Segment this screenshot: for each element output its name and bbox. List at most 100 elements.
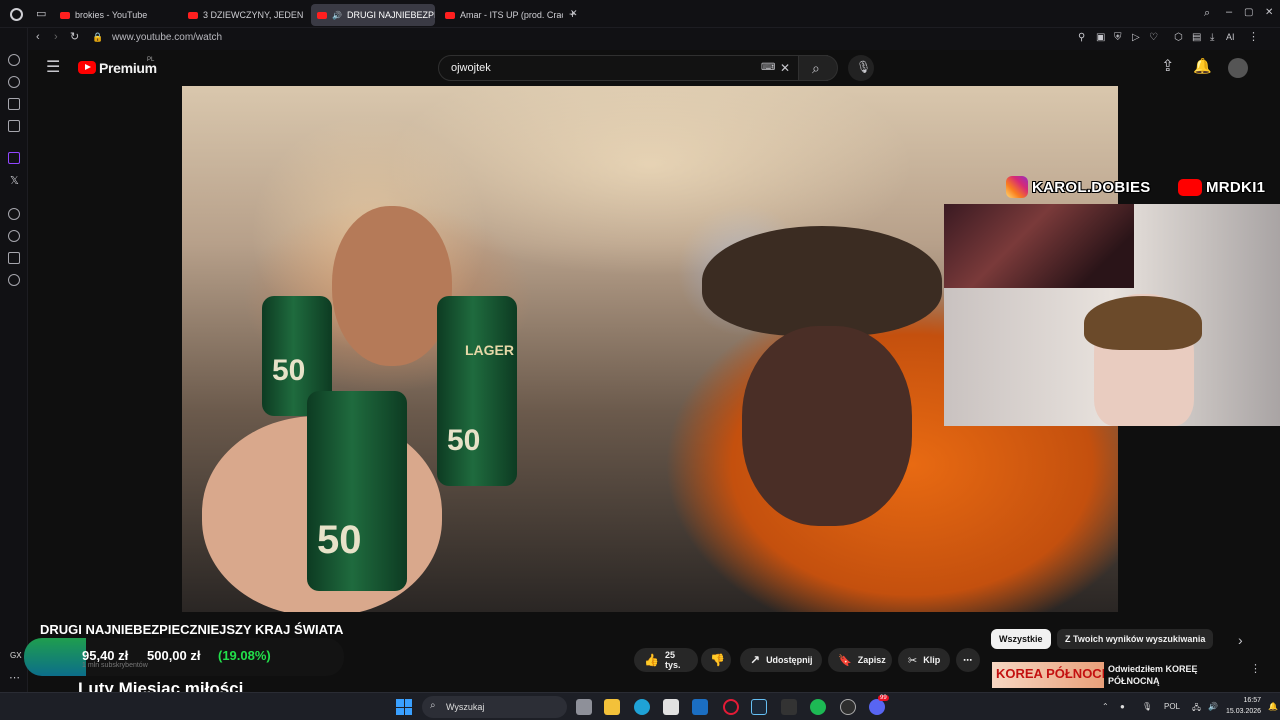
save-button[interactable]: 🔖 Zapisz bbox=[828, 648, 892, 672]
keyboard-icon[interactable]: ⌨ bbox=[761, 63, 775, 73]
create-icon[interactable]: ⇪ bbox=[1161, 59, 1174, 75]
youtube-favicon-icon bbox=[60, 11, 70, 19]
shield-icon[interactable]: ⛨ bbox=[1114, 33, 1122, 43]
volume-icon[interactable]: 🔊 bbox=[1208, 702, 1218, 711]
more-icon[interactable]: ⋯ bbox=[9, 673, 20, 684]
telegram-icon[interactable] bbox=[8, 120, 20, 132]
search-tabs-icon[interactable]: ⌕ bbox=[1204, 8, 1210, 19]
clip-button[interactable]: ✂ Klip bbox=[898, 648, 950, 672]
tray-chevron-icon[interactable]: ⌃ bbox=[1102, 702, 1109, 711]
voice-search-button[interactable]: 🎙 bbox=[848, 55, 874, 81]
store-icon[interactable] bbox=[663, 699, 679, 715]
scissors-icon: ✂ bbox=[908, 654, 918, 667]
goal-current: 95,40 zł bbox=[82, 648, 129, 663]
play-triangle-icon bbox=[85, 64, 91, 70]
menu-icon[interactable]: ⋮ bbox=[1248, 32, 1259, 43]
share-button[interactable]: ↗ Udostępnij bbox=[740, 648, 822, 672]
spotify-icon[interactable] bbox=[810, 699, 826, 715]
task-view-icon[interactable] bbox=[576, 699, 592, 715]
settings-icon[interactable] bbox=[8, 274, 20, 286]
goal-target: 500,00 zł bbox=[147, 648, 201, 663]
clock[interactable]: 16:57 15.03.2026 bbox=[1226, 695, 1261, 717]
hamburger-menu-icon[interactable]: ☰ bbox=[46, 60, 60, 76]
whatsapp-icon[interactable] bbox=[8, 98, 20, 110]
edge-icon[interactable] bbox=[634, 699, 650, 715]
recommendation-thumbnail[interactable]: KOREA PÓŁNOCNA bbox=[992, 662, 1104, 688]
search-icon: ⌕ bbox=[430, 700, 436, 711]
history-icon[interactable] bbox=[8, 230, 20, 242]
windows-taskbar: ⌕ Wyszukaj 99 ⌃ ● 🎙 POL 🖧 🔊 16:57 15.03.… bbox=[0, 692, 1280, 720]
maximize-icon[interactable]: ▢ bbox=[1244, 8, 1253, 18]
dislike-button[interactable]: 👎 bbox=[701, 648, 731, 672]
forward-icon[interactable]: › bbox=[54, 32, 58, 43]
taskbar-search[interactable]: ⌕ Wyszukaj bbox=[422, 696, 567, 718]
youtube-favicon-icon bbox=[188, 11, 198, 19]
windows-start-icon[interactable] bbox=[396, 699, 412, 715]
tab-drugi-najniebezpie[interactable]: 🔊 DRUGI NAJNIEBEZPIE bbox=[311, 4, 435, 26]
tab-brokies[interactable]: brokies - YouTube bbox=[54, 4, 182, 26]
tray-app-icon[interactable]: ● bbox=[1120, 702, 1125, 711]
opera-gx-icon[interactable] bbox=[723, 699, 739, 715]
streamer-hair bbox=[1084, 296, 1202, 350]
steam-icon[interactable] bbox=[751, 699, 767, 715]
twitch-icon[interactable] bbox=[8, 152, 20, 164]
youtube-handle: MRDKI1 bbox=[1206, 178, 1266, 196]
beer-can: 50 LAGER bbox=[437, 296, 517, 486]
home-icon[interactable] bbox=[8, 54, 20, 66]
search-button[interactable]: ⌕ bbox=[798, 55, 838, 81]
more-actions-button[interactable]: ⋯ bbox=[956, 648, 980, 672]
youtube-icon bbox=[1178, 178, 1202, 196]
snapshot-icon[interactable]: ▣ bbox=[1096, 33, 1105, 43]
search-query: ojwojtek bbox=[451, 62, 491, 74]
player-icon[interactable] bbox=[8, 208, 20, 220]
heart-icon[interactable]: ♡ bbox=[1149, 33, 1158, 43]
ai-icon[interactable]: AI bbox=[1226, 33, 1235, 42]
tab-overview-icon[interactable]: ▭ bbox=[36, 9, 46, 20]
browser-tab-bar: ▭ brokies - YouTube 3 DZIEWCZYNY, JEDEN … bbox=[0, 0, 1280, 28]
chip-search-results[interactable]: Z Twoich wyników wyszukiwania bbox=[1057, 629, 1214, 649]
new-tab-icon[interactable]: + bbox=[569, 8, 576, 20]
play-icon[interactable]: ▷ bbox=[1132, 33, 1140, 43]
chip-all[interactable]: Wszystkie bbox=[991, 629, 1051, 649]
opera-icon[interactable] bbox=[10, 8, 23, 21]
language-indicator[interactable]: POL bbox=[1164, 702, 1180, 711]
recommendation-menu-icon[interactable]: ⋮ bbox=[1250, 664, 1261, 675]
discord-icon[interactable] bbox=[869, 699, 885, 715]
extensions-icon[interactable]: ⬡ bbox=[1174, 33, 1183, 43]
wallpaper-image bbox=[944, 204, 1134, 288]
recommendation-title[interactable]: Odwiedziłem KOREĘ PÓŁNOCNĄ bbox=[1108, 663, 1228, 687]
file-explorer-icon[interactable] bbox=[604, 699, 620, 715]
notifications-center-icon[interactable]: 🔔 bbox=[1268, 702, 1278, 711]
close-window-icon[interactable]: ✕ bbox=[1265, 8, 1273, 18]
x-icon[interactable]: 𝕏 bbox=[10, 176, 19, 187]
extensions-side-icon[interactable] bbox=[8, 252, 20, 264]
network-icon[interactable]: 🖧 bbox=[1192, 702, 1201, 716]
outlook-icon[interactable] bbox=[692, 699, 708, 715]
like-button[interactable]: 👍 25 tys. bbox=[634, 648, 698, 672]
url-text[interactable]: www.youtube.com/watch bbox=[112, 32, 222, 43]
clear-search-icon[interactable]: ✕ bbox=[780, 62, 790, 74]
youtube-header: ☰ Premium PL ojwojtek ⌨ ✕ ⌕ 🎙 ⇪ 🔔 bbox=[28, 50, 1280, 86]
avatar[interactable] bbox=[1228, 58, 1248, 78]
tray-mic-icon[interactable]: 🎙 bbox=[1142, 702, 1152, 711]
share-icon: ↗ bbox=[750, 653, 761, 667]
tab-label: brokies - YouTube bbox=[75, 10, 148, 20]
search-input[interactable]: ojwojtek ⌨ ✕ bbox=[438, 55, 828, 81]
tab-amar[interactable]: Amar - ITS UP (prod. Crac bbox=[439, 4, 563, 26]
pin-icon[interactable]: ⚲ bbox=[1078, 33, 1085, 43]
goal-percent: (19.08%) bbox=[218, 648, 271, 663]
download-icon[interactable]: ⤓ bbox=[1210, 33, 1214, 43]
wallet-icon[interactable]: ▤ bbox=[1192, 33, 1201, 43]
reload-icon[interactable]: ↻ bbox=[70, 32, 79, 43]
microphone-icon: 🎙 bbox=[856, 60, 872, 74]
minimize-icon[interactable]: – bbox=[1226, 7, 1232, 18]
tab-3-dziewczyny[interactable]: 3 DZIEWCZYNY, JEDEN W bbox=[182, 4, 306, 26]
obs-icon[interactable] bbox=[840, 699, 856, 715]
epic-games-icon[interactable] bbox=[781, 699, 797, 715]
messenger-icon[interactable] bbox=[8, 76, 20, 88]
chevron-right-icon[interactable]: › bbox=[1238, 633, 1243, 647]
notifications-icon[interactable]: 🔔 bbox=[1193, 59, 1212, 74]
back-icon[interactable]: ‹ bbox=[36, 32, 40, 43]
instagram-icon bbox=[1006, 176, 1028, 198]
bookmark-icon: 🔖 bbox=[838, 654, 852, 667]
